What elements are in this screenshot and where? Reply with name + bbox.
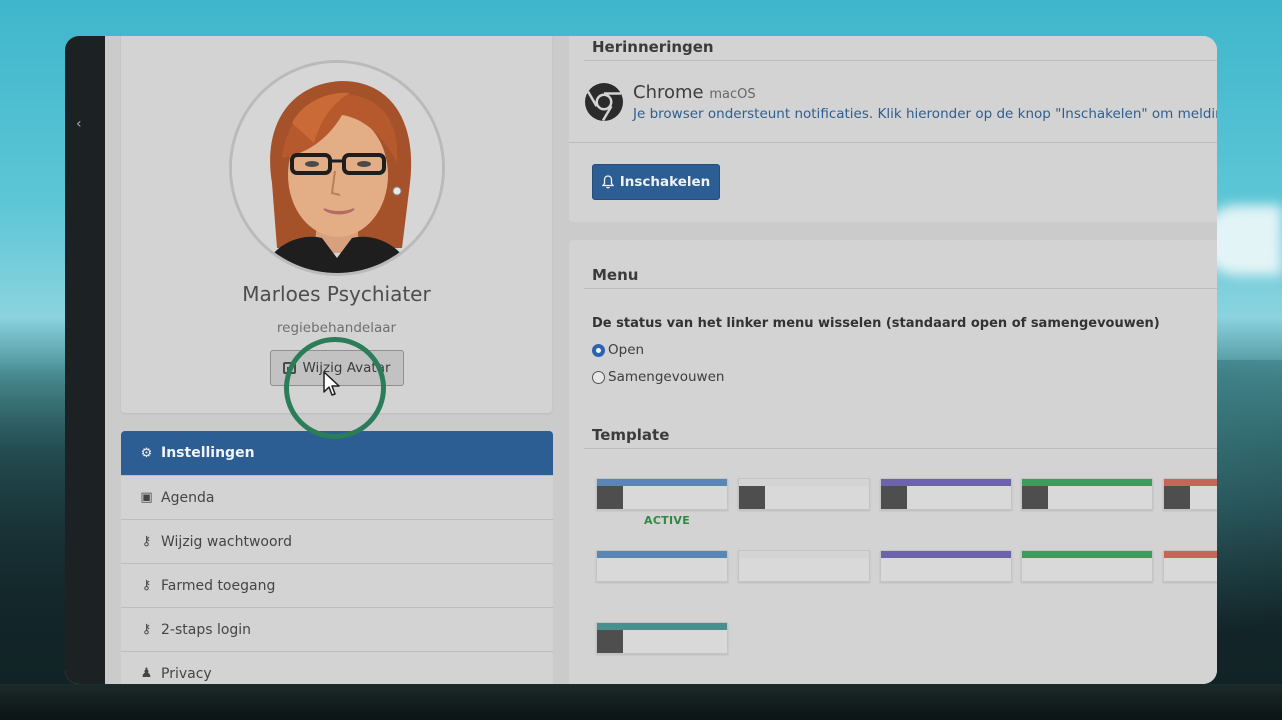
chrome-icon <box>585 83 623 122</box>
menu-item-label: Farmed toegang <box>161 577 276 594</box>
gears-icon: ⚙ <box>140 445 153 461</box>
menu-item-agenda[interactable]: ▣ Agenda <box>121 476 553 520</box>
menu-item-2-staps-login[interactable]: ⚷ 2-staps login <box>121 608 553 652</box>
settings-menu: ⚙ Instellingen ▣ Agenda ⚷ Wijzig wachtwo… <box>121 431 553 684</box>
reminders-title: Herinneringen <box>592 38 714 56</box>
template-red-dark[interactable] <box>1163 478 1217 510</box>
collapse-chevron-icon[interactable]: ‹ <box>76 116 82 132</box>
background-ground <box>0 684 1282 720</box>
menu-item-label: Agenda <box>161 489 215 506</box>
divider <box>569 142 1217 143</box>
notification-message: Je browser ondersteunt notificaties. Kli… <box>633 106 1217 122</box>
app-window: ‹ Marloes Psychiater regiebehandelaar Wi… <box>65 36 1217 684</box>
template-purple-dark[interactable] <box>880 478 1012 510</box>
reminders-card: Herinneringen Chrome macOS Je browser on… <box>569 36 1217 222</box>
template-purple-light[interactable] <box>880 550 1012 582</box>
left-rail: ‹ <box>65 36 105 684</box>
key-icon: ⚷ <box>141 622 152 637</box>
menu-settings-card: Menu De status van het linker menu wisse… <box>569 240 1217 684</box>
active-badge: ACTIVE <box>644 514 691 527</box>
radio-label: Open <box>608 342 645 358</box>
menu-title: Menu <box>592 266 639 284</box>
mouse-pointer-icon <box>323 371 340 396</box>
avatar <box>229 60 445 276</box>
template-red-light[interactable] <box>1163 550 1217 582</box>
radio-open[interactable]: Open <box>592 342 644 358</box>
enable-label: Inschakelen <box>619 174 711 190</box>
browser-name: Chrome <box>633 82 704 103</box>
avatar-illustration <box>232 63 442 273</box>
divider <box>584 60 1217 61</box>
template-gray-light[interactable] <box>738 550 870 582</box>
template-gray-dark[interactable] <box>738 478 870 510</box>
radio-button[interactable] <box>592 370 605 384</box>
divider <box>584 288 1217 289</box>
divider <box>584 448 1217 449</box>
template-teal-dark[interactable] <box>596 622 728 654</box>
template-blue-dark[interactable] <box>596 478 728 510</box>
calendar-check-icon: ▣ <box>140 490 153 505</box>
menu-item-label: Wijzig wachtwoord <box>161 533 292 550</box>
template-green-dark[interactable] <box>1021 478 1153 510</box>
key-icon: ⚷ <box>141 534 152 549</box>
main-content: Marloes Psychiater regiebehandelaar Wijz… <box>105 36 1217 684</box>
browser-os: macOS <box>709 87 756 102</box>
user-secret-icon: ♟ <box>140 666 153 681</box>
menu-item-label: Privacy <box>161 665 212 682</box>
template-title: Template <box>592 426 670 444</box>
profile-role: regiebehandelaar <box>276 320 397 336</box>
template-green-light[interactable] <box>1021 550 1153 582</box>
radio-samengevouwen[interactable]: Samengevouwen <box>592 369 724 385</box>
menu-description: De status van het linker menu wisselen (… <box>592 316 1160 331</box>
profile-name: Marloes Psychiater <box>242 282 431 306</box>
enable-notifications-button[interactable]: Inschakelen <box>592 164 720 200</box>
browser-title: Chrome macOS <box>633 82 756 103</box>
menu-item-wijzig-wachtwoord[interactable]: ⚷ Wijzig wachtwoord <box>121 520 553 564</box>
radio-label: Samengevouwen <box>608 369 725 385</box>
key-icon: ⚷ <box>141 578 152 593</box>
menu-item-label: Instellingen <box>161 445 255 461</box>
radio-button-checked[interactable] <box>592 343 605 357</box>
menu-item-privacy[interactable]: ♟ Privacy <box>121 652 553 684</box>
menu-item-label: 2-staps login <box>161 621 252 638</box>
bell-icon <box>601 175 614 189</box>
template-blue-light[interactable] <box>596 550 728 582</box>
menu-item-farmed-toegang[interactable]: ⚷ Farmed toegang <box>121 564 553 608</box>
